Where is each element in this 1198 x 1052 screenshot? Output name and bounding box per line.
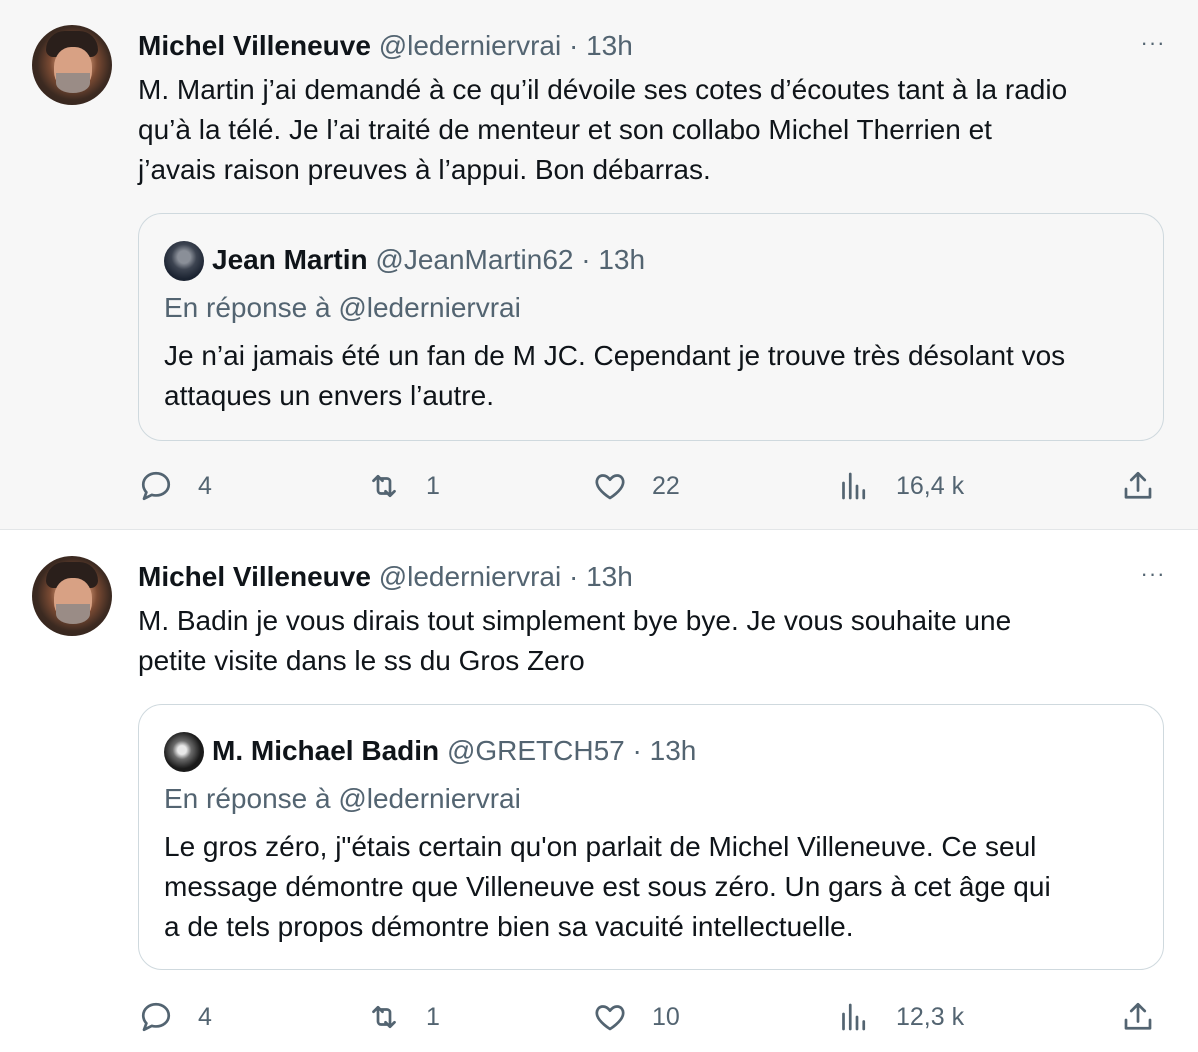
share-button[interactable] (1120, 464, 1156, 508)
author-avatar[interactable] (32, 25, 112, 105)
reply-count: 4 (198, 471, 212, 500)
views-count: 12,3 k (896, 1002, 965, 1031)
tweet[interactable]: Michel Villeneuve @lederniervrai · 13h ·… (0, 0, 1198, 530)
reply-icon (141, 1002, 171, 1032)
tweet-text: M. Badin je vous dirais tout simplement … (138, 605, 1012, 676)
like-button[interactable]: 22 (592, 464, 680, 508)
retweet-icon (372, 474, 396, 498)
heart-icon (595, 474, 625, 500)
share-icon (1124, 1002, 1152, 1030)
separator: · (568, 561, 579, 592)
reply-count: 4 (198, 1002, 212, 1031)
author-name[interactable]: Michel Villeneuve (138, 30, 371, 61)
timestamp[interactable]: 13h (586, 30, 633, 61)
retweet-count: 1 (426, 471, 440, 500)
retweet-button[interactable]: 1 (366, 464, 440, 508)
quoted-tweet[interactable]: Jean Martin @JeanMartin62 · 13h En répon… (138, 213, 1164, 441)
quoted-tweet-text: Le gros zéro, j"étais certain qu'on parl… (164, 831, 1051, 942)
author-avatar[interactable] (32, 556, 112, 636)
quoted-author-name: Jean Martin (212, 244, 368, 275)
views-button[interactable]: 12,3 k (836, 995, 964, 1039)
tweet-header: Michel Villeneuve @lederniervrai · 13h (138, 559, 633, 595)
more-options-icon[interactable]: ··· (1136, 563, 1170, 591)
like-count: 10 (652, 1002, 680, 1031)
separator: · (568, 30, 579, 61)
action-bar: 4 1 22 16,4 k (0, 464, 1198, 508)
share-button[interactable] (1120, 995, 1156, 1039)
quoted-timestamp: 13h (598, 244, 646, 275)
share-icon (1124, 471, 1152, 499)
views-icon (842, 1003, 866, 1031)
separator: · (632, 735, 642, 766)
reply-icon (141, 471, 171, 501)
quoted-tweet-text: Je n’ai jamais été un fan de M JC. Cepen… (164, 340, 1066, 411)
author-handle[interactable]: @lederniervrai (379, 561, 562, 592)
action-bar: 4 1 10 12,3 k (0, 995, 1198, 1039)
reply-context: En réponse à @lederniervrai (164, 292, 521, 323)
retweet-button[interactable]: 1 (366, 995, 440, 1039)
tweet-header: Michel Villeneuve @lederniervrai · 13h (138, 28, 633, 64)
quoted-timestamp: 13h (649, 735, 697, 766)
reply-context: En réponse à @lederniervrai (164, 783, 521, 814)
separator: · (581, 244, 591, 275)
reply-button[interactable]: 4 (138, 464, 212, 508)
views-button[interactable]: 16,4 k (836, 464, 964, 508)
reply-button[interactable]: 4 (138, 995, 212, 1039)
tweet[interactable]: Michel Villeneuve @lederniervrai · 13h ·… (0, 531, 1198, 1052)
heart-icon (595, 1005, 625, 1031)
tweet-text: M. Martin j’ai demandé à ce qu’il dévoil… (138, 74, 1068, 185)
views-count: 16,4 k (896, 471, 965, 500)
quoted-tweet[interactable]: M. Michael Badin @GRETCH57 · 13h En répo… (138, 704, 1164, 970)
author-handle[interactable]: @lederniervrai (379, 30, 562, 61)
quoted-author-handle: @GRETCH57 (446, 735, 625, 766)
more-options-icon[interactable]: ··· (1136, 32, 1170, 60)
quoted-author-handle: @JeanMartin62 (375, 244, 574, 275)
retweet-count: 1 (426, 1002, 440, 1031)
quoted-tweet-header: M. Michael Badin @GRETCH57 · 13h (212, 731, 696, 771)
quoted-author-name: M. Michael Badin (212, 735, 440, 766)
quoted-tweet-header: Jean Martin @JeanMartin62 · 13h (212, 240, 645, 280)
views-icon (842, 472, 866, 500)
retweet-icon (372, 1005, 396, 1029)
like-count: 22 (652, 471, 680, 500)
quoted-author-avatar (164, 732, 204, 772)
like-button[interactable]: 10 (592, 995, 680, 1039)
author-name[interactable]: Michel Villeneuve (138, 561, 371, 592)
timestamp[interactable]: 13h (586, 561, 633, 592)
quoted-author-avatar (164, 241, 204, 281)
